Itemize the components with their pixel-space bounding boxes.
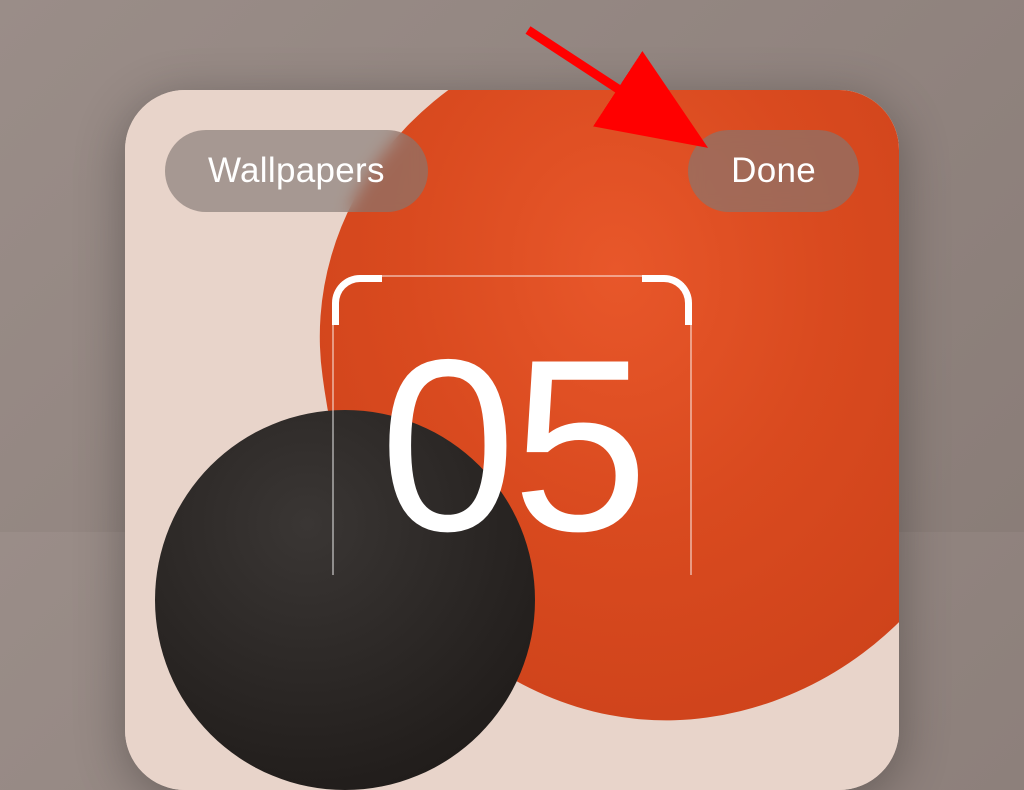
frame-edge bbox=[690, 325, 692, 575]
wallpapers-button[interactable]: Wallpapers bbox=[165, 130, 428, 212]
frame-edge bbox=[382, 275, 642, 277]
frame-corner-icon bbox=[642, 275, 692, 325]
wallpaper-editor-screen: Wallpapers Done 05 bbox=[125, 90, 899, 790]
editor-toolbar: Wallpapers Done bbox=[165, 130, 859, 212]
clock-hour: 05 bbox=[380, 323, 645, 568]
frame-edge bbox=[332, 325, 334, 575]
clock-widget[interactable]: 05 bbox=[332, 275, 692, 575]
done-button[interactable]: Done bbox=[688, 130, 859, 212]
clock-selection-frame: 05 bbox=[332, 275, 692, 575]
frame-corner-icon bbox=[332, 275, 382, 325]
